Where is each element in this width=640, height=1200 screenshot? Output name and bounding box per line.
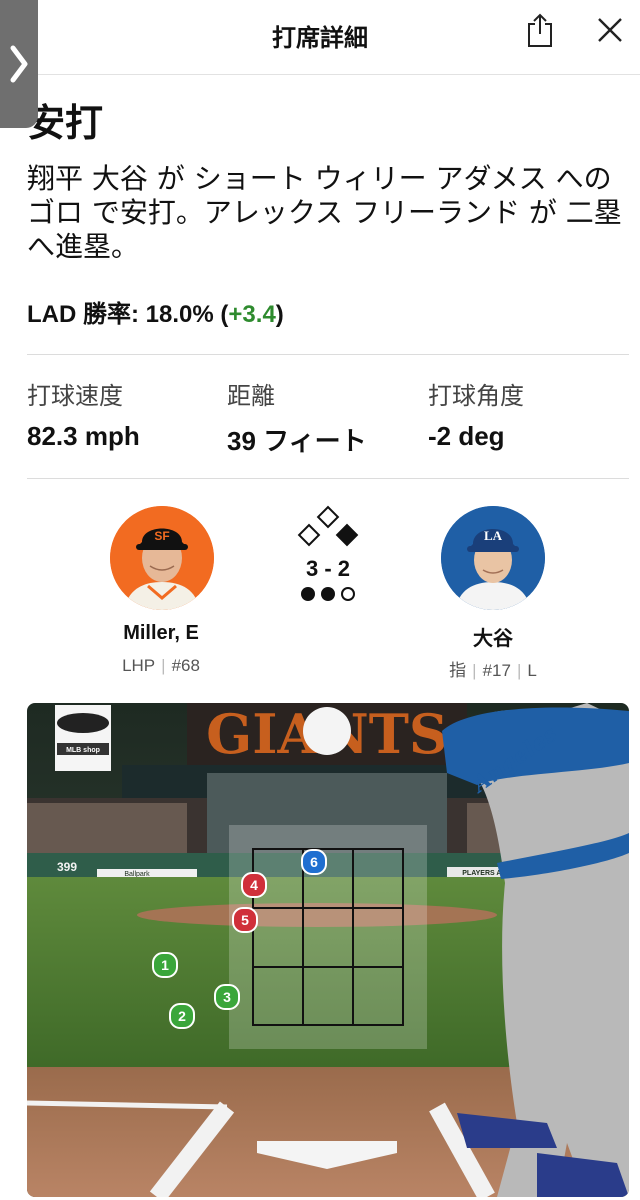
- svg-text:LA: LA: [484, 528, 503, 543]
- pitcher-info: LHP | #68: [122, 656, 200, 675]
- pitcher-hand: LHP: [122, 656, 156, 675]
- batter-number: #17: [482, 661, 511, 680]
- play-result-title: 安打: [27, 101, 104, 145]
- win-prob-value: 18.0%: [145, 301, 214, 328]
- batter-bats: L: [527, 661, 537, 680]
- pitcher-number: #68: [171, 656, 200, 675]
- batter-info: 指 | #17 | L: [449, 661, 537, 680]
- ball-strike-count: 3 - 2: [305, 556, 351, 581]
- stat-exit-velocity: 打球速度 82.3 mph: [27, 376, 140, 452]
- win-prob-label: LAD 勝率: [27, 301, 131, 328]
- count-indicator: 3 - 2: [288, 504, 368, 604]
- stat-label: 打球角度: [428, 382, 524, 410]
- stat-value: 39 フィート: [227, 426, 367, 456]
- chevron-right-icon: [9, 42, 29, 86]
- bases-diamond-icon: [297, 505, 359, 547]
- ballpark-background: GIANTS 399 Ballpark PLAYERS ALLIANCE MLB…: [27, 703, 629, 1197]
- pitcher-name[interactable]: Miller, E: [81, 622, 241, 645]
- svg-text:SF: SF: [154, 529, 169, 543]
- batter-position: 指: [449, 661, 467, 680]
- stat-label: 打球速度: [27, 382, 123, 410]
- close-icon: [597, 17, 623, 48]
- share-icon: [526, 12, 554, 53]
- close-button[interactable]: [590, 12, 630, 52]
- stat-distance: 距離 39 フィート: [227, 376, 367, 458]
- pitch-marker-3[interactable]: 3: [214, 984, 240, 1010]
- side-panel-toggle[interactable]: [0, 0, 38, 128]
- stat-value: -2 deg: [428, 421, 505, 451]
- batter-name[interactable]: 大谷: [413, 622, 573, 651]
- pitch-marker-2[interactable]: 2: [169, 1003, 195, 1029]
- batter-avatar[interactable]: LA: [441, 506, 545, 610]
- sign-text: MLB shop: [66, 747, 100, 754]
- divider: [27, 354, 629, 355]
- win-probability: LAD 勝率: 18.0% (+3.4): [27, 301, 284, 328]
- pitch-marker-4[interactable]: 4: [241, 872, 267, 898]
- divider: [27, 478, 629, 479]
- pitcher-avatar[interactable]: SF: [110, 506, 214, 610]
- pitch-marker-5[interactable]: 5: [232, 907, 258, 933]
- play-description: 翔平 大谷 が ショート ウィリー アダメス への ゴロ で安打。アレックス フ…: [27, 162, 622, 263]
- wall-distance: 399: [57, 860, 77, 874]
- pitch-marker-6[interactable]: 6: [301, 849, 327, 875]
- stat-launch-angle: 打球角度 -2 deg: [428, 376, 524, 452]
- win-prob-delta: +3.4: [228, 301, 276, 328]
- outs-icon: [301, 587, 355, 601]
- ad-left: Ballpark: [124, 871, 150, 878]
- stat-value: 82.3 mph: [27, 421, 140, 451]
- pitch-location-view: GIANTS 399 Ballpark PLAYERS ALLIANCE MLB…: [27, 703, 629, 1197]
- share-button[interactable]: [520, 12, 560, 52]
- pitch-marker-1[interactable]: 1: [152, 952, 178, 978]
- stat-label: 距離: [227, 382, 275, 410]
